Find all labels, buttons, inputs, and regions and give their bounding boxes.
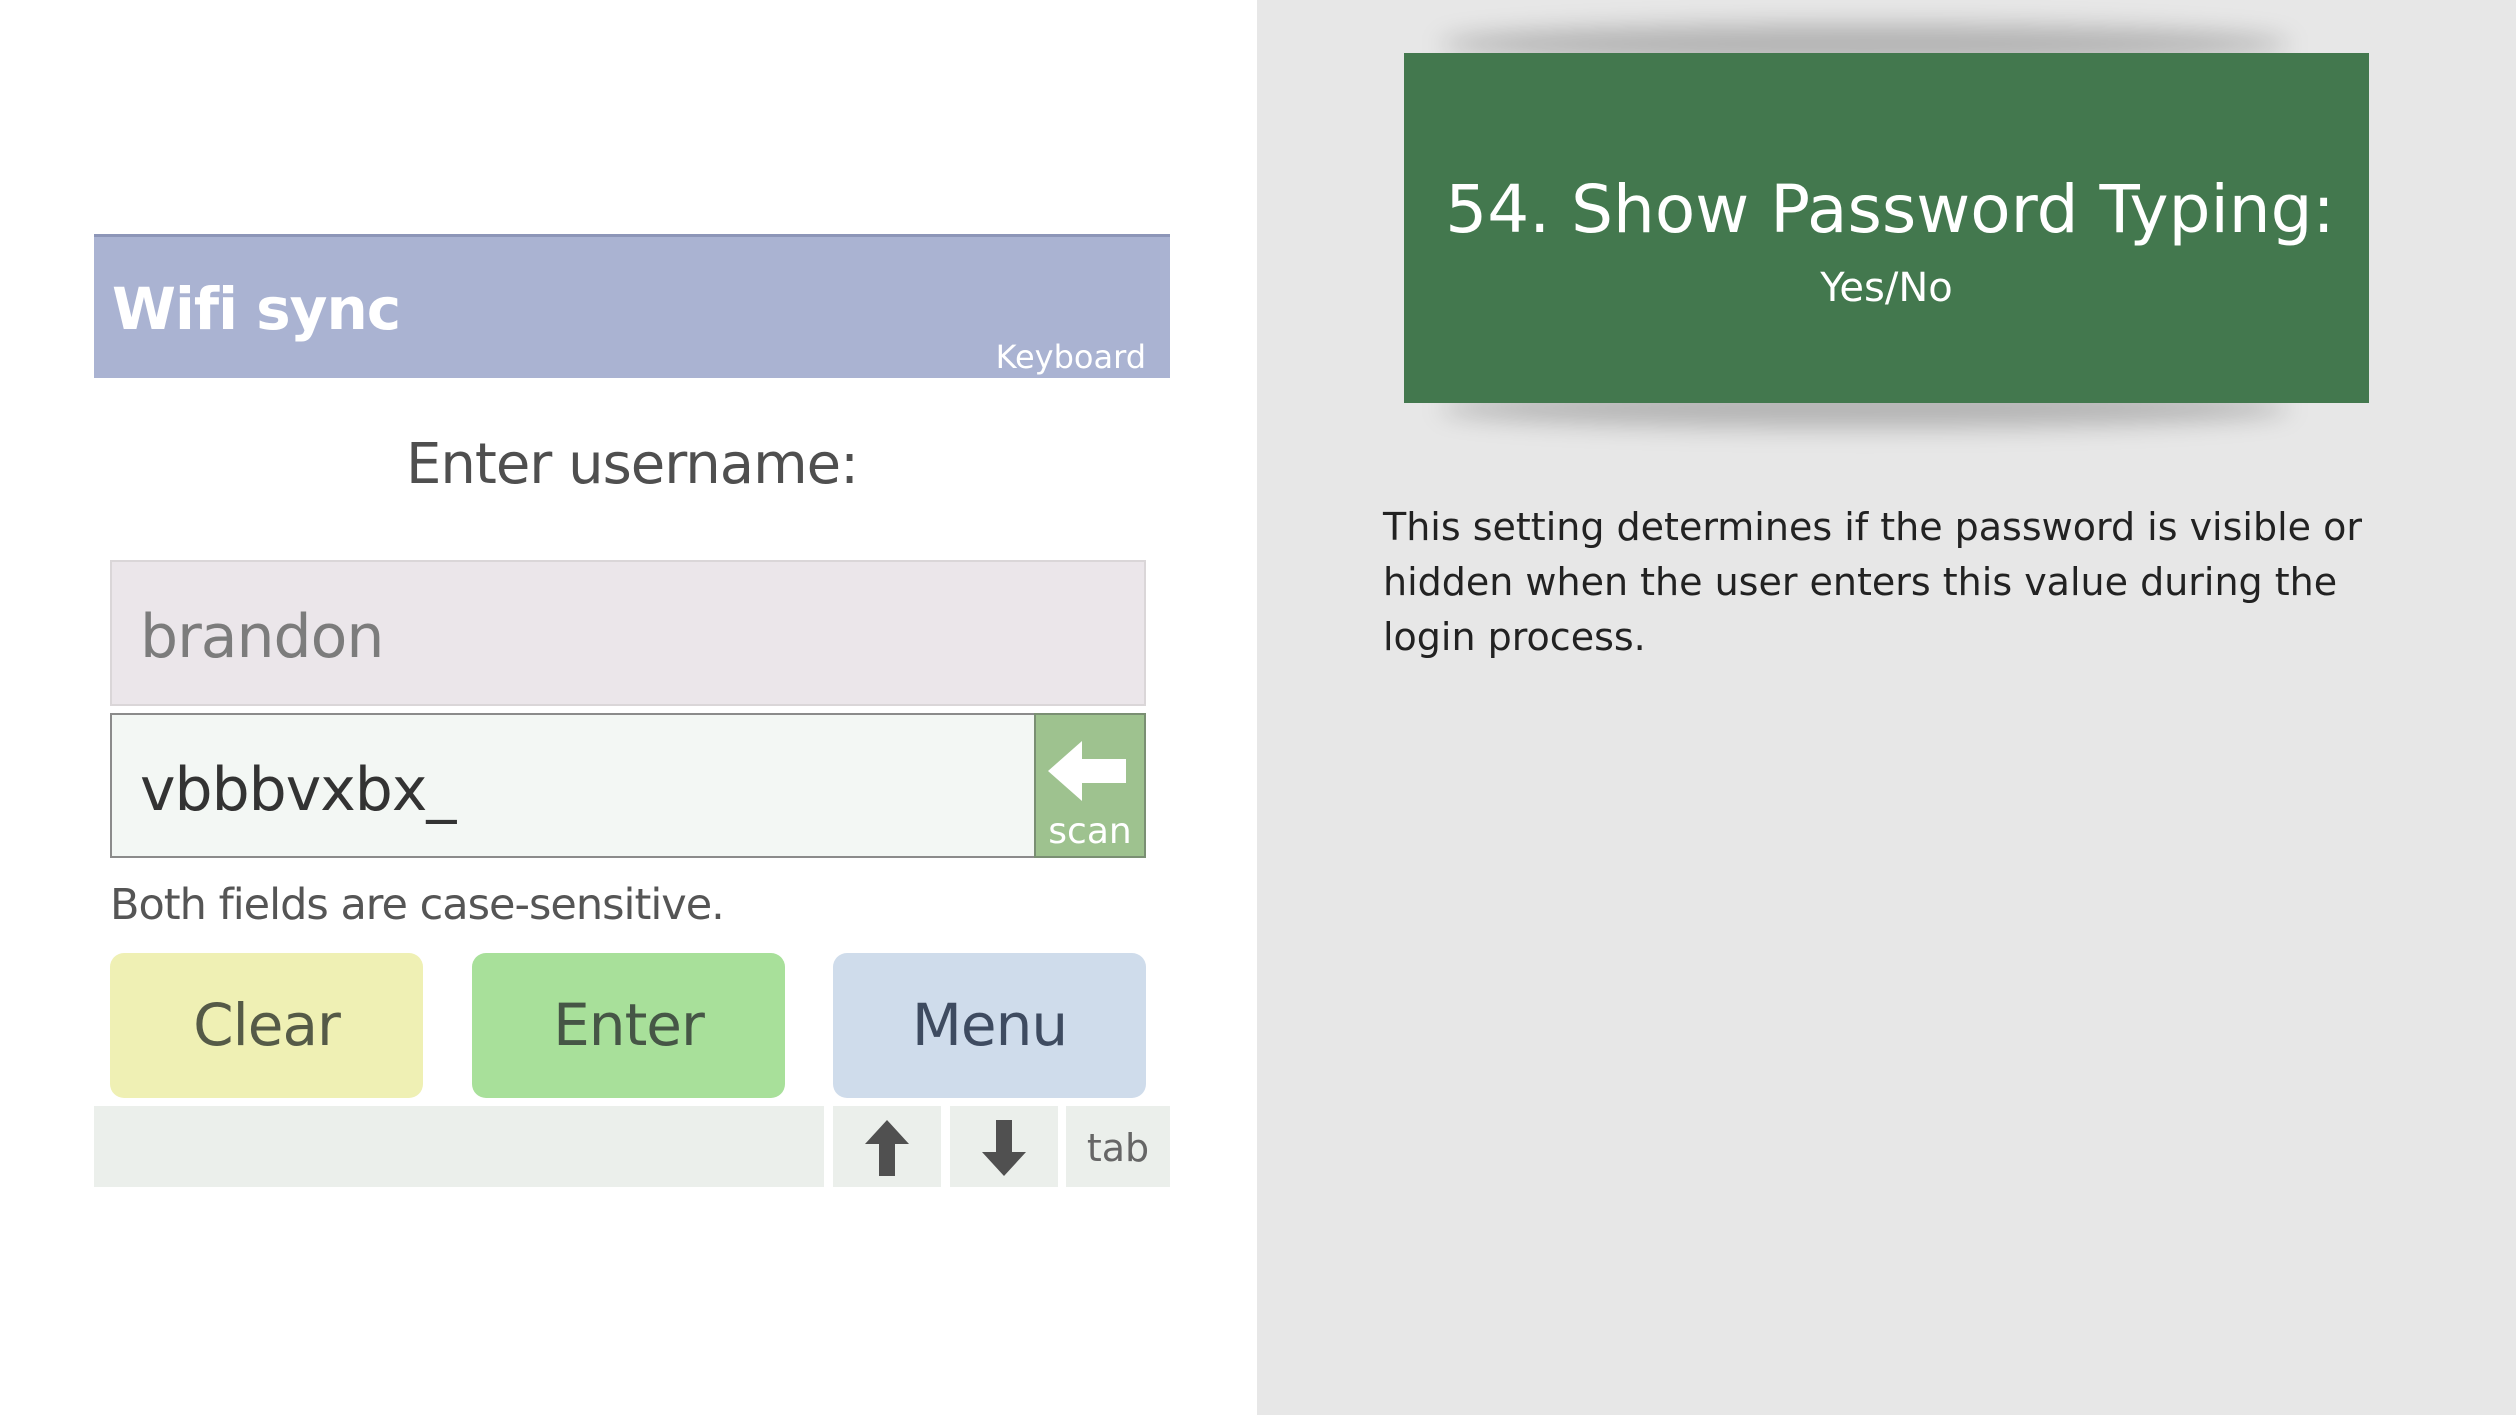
tab-key-label: tab bbox=[1086, 1126, 1150, 1170]
arrow-down-key[interactable] bbox=[950, 1106, 1058, 1187]
arrow-up-icon bbox=[865, 1120, 909, 1176]
keyboard-strip bbox=[94, 1106, 824, 1187]
slide-subtitle: Yes/No bbox=[1820, 265, 1953, 311]
clear-button[interactable]: Clear bbox=[110, 953, 423, 1098]
keyboard-link[interactable]: Keyboard bbox=[996, 338, 1146, 376]
arrow-down-icon bbox=[982, 1120, 1026, 1176]
case-sensitive-hint: Both fields are case-sensitive. bbox=[110, 880, 725, 930]
app-title: Wifi sync bbox=[112, 275, 401, 343]
password-value: vbbbvxbx_ bbox=[140, 755, 456, 825]
device-screen: Wifi sync Keyboard Enter username: brand… bbox=[0, 0, 1257, 1415]
scan-button[interactable]: scan bbox=[1034, 713, 1146, 858]
scan-label: scan bbox=[1048, 811, 1132, 852]
slide-banner: 54. Show Password Typing: Yes/No bbox=[1404, 53, 2369, 403]
username-field[interactable]: brandon bbox=[110, 560, 1146, 706]
title-bar: Wifi sync Keyboard bbox=[94, 234, 1170, 378]
arrow-up-key[interactable] bbox=[833, 1106, 941, 1187]
enter-button[interactable]: Enter bbox=[472, 953, 785, 1098]
username-prompt: Enter username: bbox=[406, 432, 859, 497]
username-value: brandon bbox=[140, 602, 384, 672]
slide-title: 54. Show Password Typing: bbox=[1445, 171, 2335, 248]
tab-key[interactable]: tab bbox=[1066, 1106, 1170, 1187]
menu-button[interactable]: Menu bbox=[833, 953, 1146, 1098]
password-field[interactable]: vbbbvxbx_ bbox=[110, 713, 1034, 858]
backspace-arrow-icon bbox=[1048, 741, 1126, 801]
slide-description: This setting determines if the password … bbox=[1383, 505, 2362, 659]
